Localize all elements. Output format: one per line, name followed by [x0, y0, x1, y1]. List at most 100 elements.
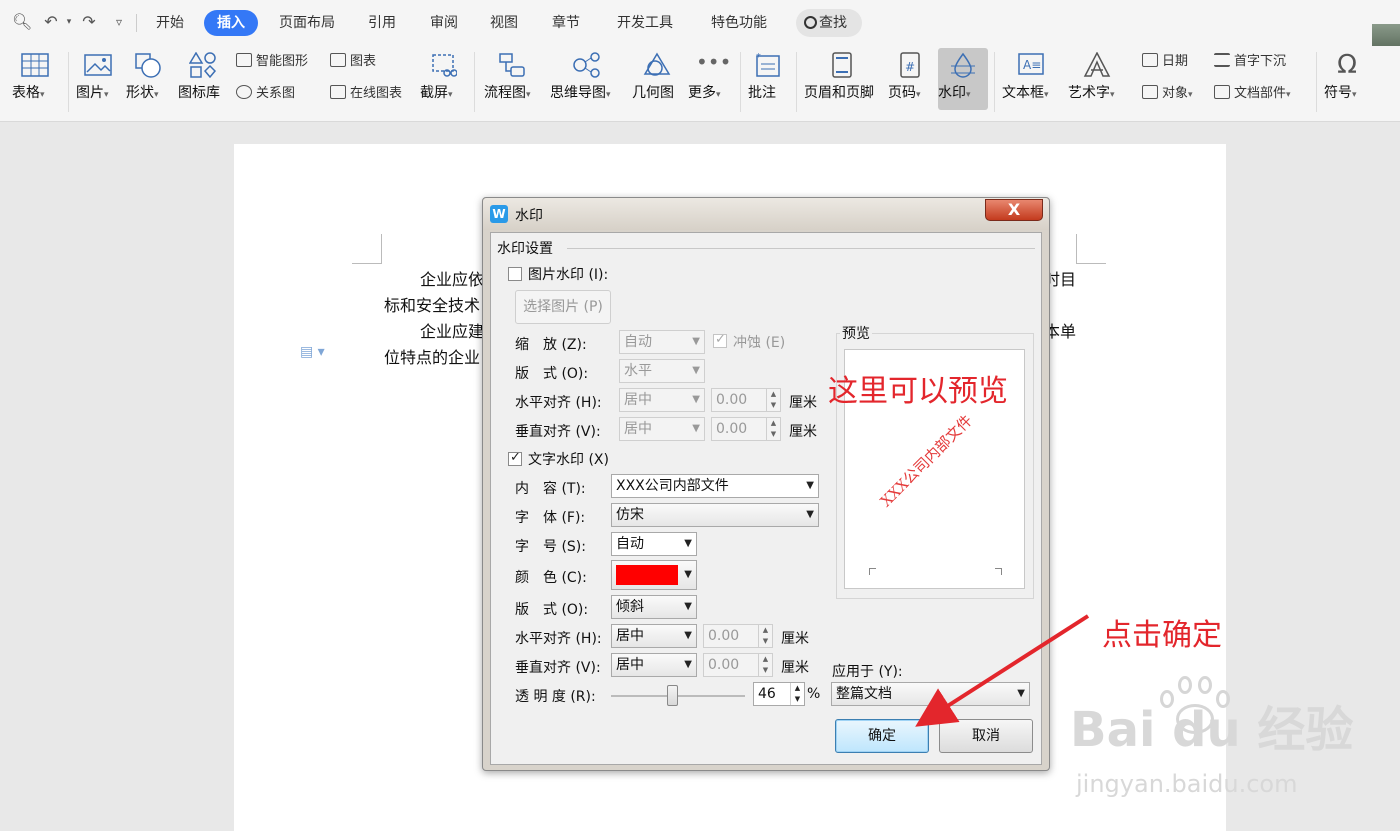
v-align-select[interactable]: 居中 ▼ [611, 653, 697, 677]
mindmap-button[interactable]: 思维导图▾ [550, 52, 622, 101]
color-swatch [616, 565, 678, 585]
pic-h-align-select[interactable]: 居中 ▼ [619, 388, 705, 412]
picture-button[interactable]: 图片▾ [76, 52, 120, 101]
screenshot-icon [429, 52, 458, 78]
customize-toolbar-icon[interactable]: ▿ [110, 13, 128, 31]
color-picker[interactable]: ▼ [611, 560, 697, 590]
tab-page-layout[interactable]: 页面布局 [270, 10, 344, 36]
chart-button[interactable]: 图表 [330, 52, 376, 72]
watermark-button[interactable]: 水印▾ [938, 48, 988, 110]
redo-icon[interactable]: ↷ [80, 13, 98, 31]
shape-button[interactable]: 形状▾ [126, 52, 170, 101]
paragraph-menu-icon[interactable]: ▤ ▾ [300, 344, 325, 360]
picture-watermark-checkbox[interactable] [508, 267, 522, 281]
page-number-button[interactable]: # 页码▾ [888, 52, 932, 101]
formula-button[interactable]: 公式 [1376, 52, 1400, 78]
stepper-arrows-icon[interactable]: ▲ ▼ [790, 683, 804, 705]
tab-view[interactable]: 视图 [482, 10, 526, 36]
picture-label: 图片 [76, 85, 104, 101]
geometry-button[interactable]: 几何图 [632, 52, 682, 101]
dialog-title-bar[interactable]: W 水印 X [483, 198, 1049, 230]
icon-library-button[interactable]: 图标库 [178, 51, 228, 101]
dropcap-label: 首字下沉 [1234, 54, 1287, 69]
section-divider [567, 248, 1035, 249]
font-select[interactable]: 仿宋 ▼ [611, 503, 819, 527]
stepper-arrows-icon[interactable]: ▲ ▼ [766, 418, 780, 440]
tab-references[interactable]: 引用 [360, 10, 404, 36]
cancel-button[interactable]: 取消 [939, 719, 1033, 753]
more-button[interactable]: ••• 更多▾ [688, 50, 732, 101]
ok-button[interactable]: 确定 [835, 719, 929, 753]
pic-layout-value: 水平 [624, 363, 652, 379]
tab-review[interactable]: 审阅 [422, 10, 466, 36]
comment-button[interactable]: * 批注 [748, 52, 788, 101]
pic-v-align-select[interactable]: 居中 ▼ [619, 417, 705, 441]
tab-chapter[interactable]: 章节 [544, 10, 588, 36]
washout-checkbox[interactable] [713, 332, 727, 348]
text-watermark-checkbox[interactable] [508, 450, 522, 466]
layout-label: 版 式 (O): [515, 602, 589, 618]
search-label: 查找 [819, 15, 847, 31]
pic-h-offset-stepper[interactable]: 0.00 ▲ ▼ [711, 388, 781, 412]
stepper-arrows-icon[interactable]: ▲ ▼ [758, 625, 772, 647]
smart-art-label: 智能图形 [256, 54, 309, 69]
screenshot-button[interactable]: 截屏▾ [420, 52, 466, 101]
scale-select[interactable]: 自动 ▼ [619, 330, 705, 354]
more-icon: ••• [696, 50, 732, 74]
table-label: 表格 [12, 85, 40, 101]
tab-home[interactable]: 开始 [148, 10, 192, 36]
transparency-slider-handle[interactable] [667, 685, 679, 706]
pic-layout-select[interactable]: 水平 ▼ [619, 359, 705, 383]
dropcap-icon [1214, 53, 1230, 67]
dropcap-button[interactable]: 首字下沉 [1214, 52, 1286, 72]
geometry-label: 几何图 [632, 85, 674, 101]
svg-text:*: * [756, 52, 761, 63]
online-chart-button[interactable]: 在线图表 [330, 84, 402, 104]
smart-art-button[interactable]: 智能图形 [236, 52, 308, 72]
layout-select[interactable]: 倾斜 ▼ [611, 595, 697, 619]
transparency-label: 透 明 度 (R): [515, 689, 596, 705]
apply-to-label: 应用于 (Y): [832, 664, 903, 680]
chevron-down-icon: ▼ [692, 423, 700, 434]
symbol-button[interactable]: Ω 符号▾ [1324, 52, 1370, 101]
size-select[interactable]: 自动 ▼ [611, 532, 697, 556]
doc-text-line: 企业应依 [420, 270, 485, 289]
v-offset-stepper[interactable]: 0.00 ▲ ▼ [703, 653, 773, 677]
h-offset-stepper[interactable]: 0.00 ▲ ▼ [703, 624, 773, 648]
object-button[interactable]: 对象▾ [1142, 84, 1193, 104]
close-button[interactable]: X [985, 199, 1043, 221]
transparency-stepper[interactable]: 46 ▲ ▼ [753, 682, 805, 706]
undo-dropdown-icon[interactable]: ▾ [60, 13, 78, 31]
undo-icon[interactable]: ↶ [42, 13, 60, 31]
chevron-down-icon: ▼ [684, 538, 692, 549]
relation-chart-button[interactable]: 关系图 [236, 84, 295, 104]
choose-picture-button[interactable]: 选择图片 (P) [515, 290, 611, 324]
tab-developer[interactable]: 开发工具 [608, 10, 682, 36]
apply-to-select[interactable]: 整篇文档 ▼ [831, 682, 1030, 706]
flowchart-button[interactable]: 流程图▾ [484, 52, 540, 101]
content-select[interactable]: XXX公司内部文件 ▼ [611, 474, 819, 498]
tab-special[interactable]: 特色功能 [702, 10, 776, 36]
text-watermark-label: 文字水印 (X) [528, 452, 609, 468]
textbox-button[interactable]: A≡ 文本框▾ [1002, 52, 1060, 101]
stepper-arrows-icon[interactable]: ▲ ▼ [758, 654, 772, 676]
header-footer-button[interactable]: 页眉和页脚 [804, 52, 880, 101]
search-button[interactable]: 查找 [796, 9, 862, 37]
stepper-arrows-icon[interactable]: ▲ ▼ [766, 389, 780, 411]
doc-text-line: 位特点的企业 [384, 348, 481, 367]
pic-v-offset-stepper[interactable]: 0.00 ▲ ▼ [711, 417, 781, 441]
tab-insert[interactable]: 插入 [204, 10, 258, 36]
table-button[interactable]: 表格▾ [12, 52, 58, 101]
ribbon-insert: 表格▾ 图片▾ 形状▾ 图标库 智能图形 关系图 图表 在线图表 截屏▾ 流程图… [0, 46, 1400, 122]
print-preview-icon[interactable]: 🔍︎ [12, 13, 32, 31]
date-button[interactable]: 日期 [1142, 52, 1188, 72]
h-align-select[interactable]: 居中 ▼ [611, 624, 697, 648]
textbox-label: 文本框 [1002, 85, 1044, 101]
relation-chart-icon [236, 85, 252, 99]
doc-parts-button[interactable]: 文档部件▾ [1214, 84, 1291, 104]
wordart-button[interactable]: 艺术字▾ [1068, 51, 1126, 101]
size-value: 自动 [616, 536, 644, 552]
scale-label: 缩 放 (Z): [515, 337, 587, 353]
header-footer-icon [828, 52, 856, 78]
preview-hint-annotation: 这里可以预览 [828, 374, 1008, 409]
